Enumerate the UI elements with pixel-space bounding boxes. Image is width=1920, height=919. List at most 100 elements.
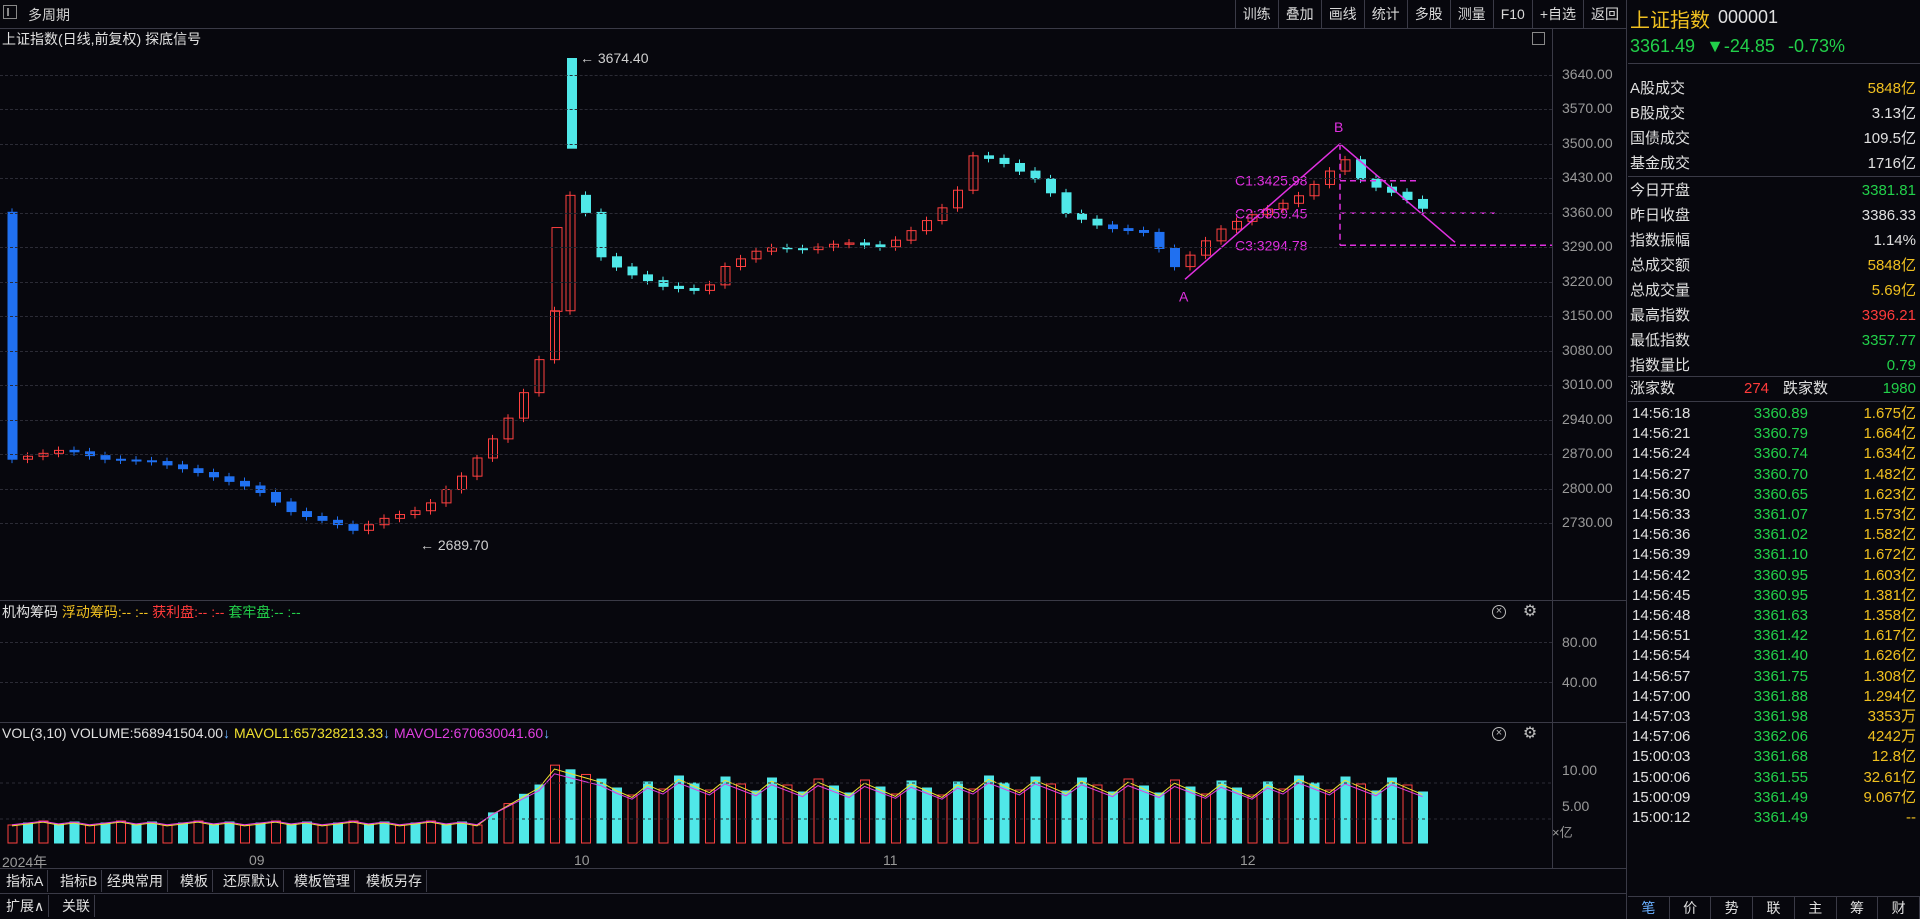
stat-label: 最高指数 bbox=[1630, 307, 1691, 324]
volume-bar bbox=[1263, 781, 1273, 844]
right-tab[interactable]: 联 bbox=[1753, 897, 1795, 919]
tab-template-manage[interactable]: 模板管理 bbox=[290, 870, 355, 892]
tick-volume: 1.623亿 bbox=[1863, 485, 1916, 503]
candle-body bbox=[674, 285, 684, 289]
x-axis-label: 09 bbox=[249, 852, 265, 868]
expand-button[interactable]: 扩展∧ bbox=[2, 895, 50, 917]
measure-button[interactable]: 测量 bbox=[1449, 0, 1493, 28]
volume-bar bbox=[286, 823, 297, 844]
x-axis-label: 2024年 bbox=[2, 854, 48, 870]
tick-volume: -- bbox=[1906, 809, 1916, 826]
up-count-label: 涨家数 bbox=[1630, 380, 1676, 397]
volume-legend: VOL(3,10) VOLUME:568941504.00↓ MAVOL1:65… bbox=[2, 725, 550, 741]
right-tab[interactable]: 财 bbox=[1878, 897, 1920, 919]
price-axis-label: 3500.00 bbox=[1562, 134, 1613, 151]
up-count: 274 bbox=[1744, 380, 1770, 397]
tick-volume: 1.664亿 bbox=[1863, 425, 1916, 443]
volume-bar bbox=[782, 784, 793, 844]
stat-label: 国债成交 bbox=[1630, 130, 1691, 147]
candle-body bbox=[178, 464, 188, 470]
price-gridline bbox=[0, 385, 1552, 387]
candle-body bbox=[1046, 178, 1056, 194]
train-button[interactable]: 训练 bbox=[1234, 0, 1278, 28]
right-tab[interactable]: 势 bbox=[1711, 897, 1754, 919]
volume-bar bbox=[1371, 790, 1382, 844]
tick-row: 14:56:51 3361.42 1.617亿 bbox=[1628, 626, 1920, 646]
stat-label: 最低指数 bbox=[1630, 332, 1691, 349]
volume-bar bbox=[162, 824, 173, 844]
volume-axis-label: 10.00 bbox=[1562, 762, 1598, 778]
multi-period-button[interactable]: 多周期 bbox=[28, 5, 70, 25]
chips-settings-gear-icon[interactable]: ⚙ bbox=[1522, 604, 1538, 620]
candle-body bbox=[689, 287, 700, 291]
tick-time: 14:56:51 bbox=[1632, 627, 1691, 645]
price-gridline bbox=[0, 350, 1552, 352]
tick-time: 14:56:36 bbox=[1632, 526, 1691, 544]
chips-grid bbox=[0, 642, 1552, 643]
candle-body bbox=[317, 516, 328, 521]
tab-template-save-as[interactable]: 模板另存 bbox=[362, 870, 427, 892]
volume-bar bbox=[240, 824, 250, 844]
stat-value: 5848亿 bbox=[1867, 257, 1916, 274]
volume-bar bbox=[705, 789, 715, 844]
right-tab[interactable]: 筹 bbox=[1837, 897, 1879, 919]
right-tab[interactable]: 价 bbox=[1670, 897, 1712, 919]
volume-bar bbox=[596, 778, 607, 844]
statistics-button[interactable]: 统计 bbox=[1363, 0, 1407, 28]
candle-body bbox=[1015, 162, 1025, 172]
panel-toggle-icon[interactable] bbox=[3, 5, 17, 19]
volume-chart[interactable] bbox=[0, 745, 1552, 867]
tick-price: 3360.79 bbox=[1753, 425, 1808, 443]
x-axis-label: 10 bbox=[574, 852, 590, 868]
volume-bar bbox=[23, 822, 33, 844]
multi-stock-button[interactable]: 多股 bbox=[1406, 0, 1450, 28]
overlay-button[interactable]: 叠加 bbox=[1277, 0, 1321, 28]
back-button[interactable]: 返回 bbox=[1583, 0, 1626, 28]
tab-template[interactable]: 模板 bbox=[176, 870, 213, 892]
down-arrow-icon: ↓ bbox=[543, 725, 551, 741]
price-axis-label: 3290.00 bbox=[1562, 238, 1613, 255]
volume-bar bbox=[224, 821, 235, 844]
price-gridline bbox=[0, 454, 1552, 456]
tick-row: 14:56:39 3361.10 1.672亿 bbox=[1628, 545, 1920, 565]
candle-body bbox=[1139, 230, 1149, 233]
mavol2-value: MAVOL2:670630041.60 bbox=[394, 725, 544, 741]
price-axis-label: 3430.00 bbox=[1562, 169, 1613, 186]
candlestick-chart[interactable]: ← 3674.40← 2689.70ABC1:3425.98C2:3359.45… bbox=[0, 40, 1552, 600]
tick-volume: 4242万 bbox=[1867, 728, 1916, 746]
close-chips-icon[interactable]: × bbox=[1492, 605, 1506, 619]
right-tab[interactable]: 笔 bbox=[1628, 897, 1670, 919]
volume-bar bbox=[906, 780, 917, 844]
tab-classic[interactable]: 经典常用 bbox=[103, 870, 168, 892]
volume-bar bbox=[457, 821, 467, 844]
tick-row: 14:56:27 3360.70 1.482亿 bbox=[1628, 465, 1920, 485]
volume-bar bbox=[1216, 780, 1227, 844]
stat-value: 1.14% bbox=[1873, 232, 1916, 249]
tick-volume: 1.603亿 bbox=[1863, 566, 1916, 584]
add-watchlist-button[interactable]: +自选 bbox=[1531, 0, 1583, 28]
f10-button[interactable]: F10 bbox=[1492, 0, 1532, 28]
tab-restore-default[interactable]: 还原默认 bbox=[219, 870, 284, 892]
volume-bar bbox=[1356, 783, 1366, 844]
volume-bar bbox=[131, 823, 142, 844]
pattern-point-a: A bbox=[1179, 288, 1189, 304]
right-tab[interactable]: 主 bbox=[1795, 897, 1837, 919]
volume-bar bbox=[410, 822, 421, 844]
volume-bar bbox=[488, 812, 498, 844]
quote-name: 上证指数 bbox=[1630, 10, 1710, 32]
stat-value: 3357.77 bbox=[1861, 332, 1916, 349]
tab-indicator-b[interactable]: 指标B bbox=[56, 870, 103, 892]
tick-time: 14:56:48 bbox=[1632, 607, 1691, 624]
stat-value: 0.79 bbox=[1886, 357, 1916, 374]
volume-bar bbox=[7, 824, 18, 844]
price-axis-label: 3570.00 bbox=[1562, 100, 1613, 117]
stat-row: A股成交 5848亿 bbox=[1628, 76, 1920, 101]
stat-value: 1716亿 bbox=[1867, 155, 1916, 172]
tick-time: 14:56:30 bbox=[1632, 485, 1691, 503]
tab-indicator-a[interactable]: 指标A bbox=[2, 870, 49, 892]
candle-body bbox=[1418, 198, 1428, 209]
related-button[interactable]: 关联 bbox=[58, 895, 95, 917]
draw-line-button[interactable]: 画线 bbox=[1320, 0, 1364, 28]
close-volume-icon[interactable]: × bbox=[1492, 727, 1506, 741]
volume-settings-gear-icon[interactable]: ⚙ bbox=[1522, 726, 1538, 742]
